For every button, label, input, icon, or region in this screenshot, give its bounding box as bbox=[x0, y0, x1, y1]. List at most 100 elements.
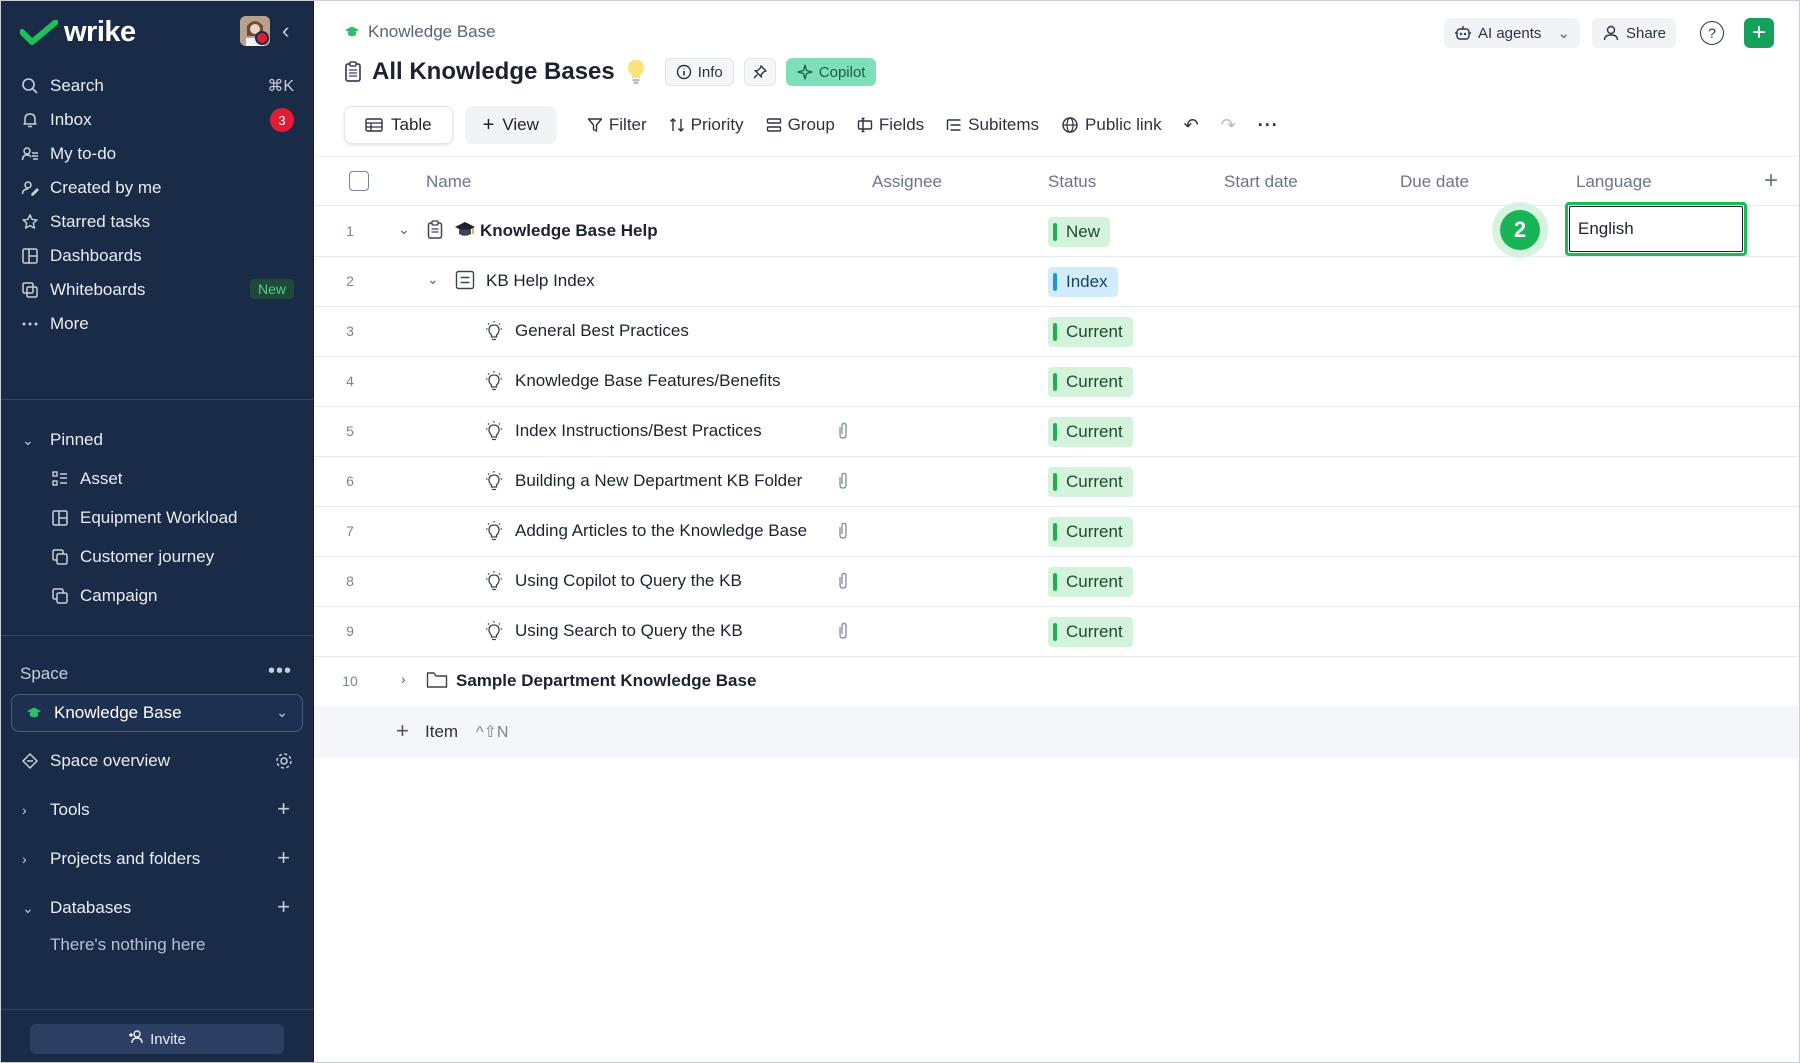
redo-icon[interactable]: ↷ bbox=[1221, 115, 1236, 136]
table-row[interactable]: 4 Knowledge Base Features/Benefits Curre… bbox=[314, 357, 1800, 407]
nav-starred-tasks[interactable]: Starred tasks bbox=[0, 204, 314, 240]
nav-search[interactable]: Search ⌘K bbox=[0, 68, 314, 104]
info-label: Info bbox=[697, 63, 723, 81]
gear-icon[interactable] bbox=[274, 751, 294, 776]
status-badge[interactable]: Index bbox=[1048, 267, 1118, 297]
pin-button[interactable] bbox=[743, 58, 776, 86]
nav-more[interactable]: More bbox=[0, 306, 314, 342]
chevron-right-icon[interactable]: › bbox=[401, 671, 406, 687]
collapse-sidebar-icon[interactable]: ‹ bbox=[282, 18, 289, 44]
pinned-item-campaign[interactable]: Campaign bbox=[0, 578, 314, 614]
fields-button[interactable]: Fields bbox=[857, 106, 924, 144]
chevron-down-icon[interactable]: ⌄ bbox=[427, 271, 439, 288]
space-selector[interactable]: Knowledge Base ⌄ bbox=[11, 694, 303, 732]
add-item-row[interactable]: + Item ^⇧N bbox=[314, 706, 1800, 758]
paperclip-icon[interactable] bbox=[836, 471, 850, 491]
plus-icon: + bbox=[396, 718, 409, 743]
add-tool-icon[interactable]: + bbox=[277, 796, 290, 822]
nav-created-by-me[interactable]: Created by me bbox=[0, 170, 314, 206]
share-button[interactable]: Share bbox=[1591, 18, 1676, 48]
column-header-status[interactable]: Status bbox=[1048, 172, 1096, 192]
table-row[interactable]: 10 › Sample Department Knowledge Base bbox=[314, 657, 1800, 707]
status-badge[interactable]: New bbox=[1048, 217, 1111, 247]
add-button[interactable]: + bbox=[1744, 18, 1774, 48]
nav-my-todo[interactable]: My to-do bbox=[0, 136, 314, 172]
row-name[interactable]: General Best Practices bbox=[515, 321, 689, 341]
nav-inbox[interactable]: Inbox 3 bbox=[0, 102, 314, 138]
lightbulb-icon[interactable] bbox=[625, 58, 647, 86]
wrike-logo[interactable]: wrike bbox=[20, 16, 136, 49]
avatar[interactable] bbox=[240, 16, 270, 46]
paperclip-icon[interactable] bbox=[836, 621, 850, 641]
copy-icon bbox=[50, 547, 70, 567]
table-row[interactable]: 8 Using Copilot to Query the KB Current bbox=[314, 557, 1800, 607]
table-row[interactable]: 2 ⌄ KB Help Index Index bbox=[314, 257, 1800, 307]
table-label: Table bbox=[391, 115, 432, 134]
table-row[interactable]: 7 Adding Articles to the Knowledge Base … bbox=[314, 507, 1800, 557]
public-link-button[interactable]: Public link bbox=[1061, 106, 1162, 144]
row-name[interactable]: Adding Articles to the Knowledge Base bbox=[515, 521, 807, 541]
table-row[interactable]: 3 General Best Practices Current bbox=[314, 307, 1800, 357]
column-header-assignee[interactable]: Assignee bbox=[872, 172, 942, 192]
status-badge[interactable]: Current bbox=[1048, 567, 1133, 597]
invite-button[interactable]: Invite bbox=[30, 1024, 284, 1054]
chevron-down-icon[interactable]: ⌄ bbox=[398, 221, 410, 238]
space-more-icon[interactable]: ••• bbox=[268, 660, 292, 683]
row-name[interactable]: Building a New Department KB Folder bbox=[515, 471, 802, 491]
status-badge[interactable]: Current bbox=[1048, 367, 1133, 397]
row-name[interactable]: KB Help Index bbox=[486, 271, 595, 291]
column-header-language[interactable]: Language bbox=[1576, 172, 1652, 192]
status-badge[interactable]: Current bbox=[1048, 467, 1133, 497]
paperclip-icon[interactable] bbox=[836, 571, 850, 591]
databases-section-toggle[interactable]: ⌄ Databases + bbox=[0, 890, 314, 926]
row-name[interactable]: Using Search to Query the KB bbox=[515, 621, 743, 641]
status-badge[interactable]: Current bbox=[1048, 517, 1133, 547]
pinned-item-asset[interactable]: Asset bbox=[0, 461, 314, 497]
column-header-name[interactable]: Name bbox=[426, 172, 471, 192]
group-button[interactable]: Group bbox=[766, 106, 835, 144]
language-cell-input[interactable]: English bbox=[1565, 202, 1747, 256]
subitems-button[interactable]: Subitems bbox=[946, 106, 1039, 144]
table-row[interactable]: 9 Using Search to Query the KB Current bbox=[314, 607, 1800, 657]
row-name[interactable]: Sample Department Knowledge Base bbox=[456, 671, 756, 691]
ai-agents-button[interactable]: AI agents ⌄ bbox=[1444, 18, 1580, 48]
add-project-icon[interactable]: + bbox=[277, 845, 290, 871]
pinned-section-toggle[interactable]: ⌄ Pinned bbox=[0, 422, 314, 458]
sort-icon bbox=[669, 118, 684, 132]
copilot-button[interactable]: Copilot bbox=[785, 58, 877, 86]
paperclip-icon[interactable] bbox=[836, 421, 850, 441]
undo-icon[interactable]: ↶ bbox=[1184, 115, 1199, 136]
tools-section-toggle[interactable]: › Tools + bbox=[0, 792, 314, 828]
row-name[interactable]: Index Instructions/Best Practices bbox=[515, 421, 762, 441]
select-all-checkbox[interactable] bbox=[349, 171, 369, 191]
info-button[interactable]: Info bbox=[664, 58, 734, 86]
row-name[interactable]: Knowledge Base Features/Benefits bbox=[515, 371, 781, 391]
column-header-start-date[interactable]: Start date bbox=[1224, 172, 1298, 192]
row-name[interactable]: Knowledge Base Help bbox=[480, 221, 658, 241]
pinned-item-equipment-workload[interactable]: Equipment Workload bbox=[0, 500, 314, 536]
tab-table[interactable]: Table bbox=[344, 106, 453, 144]
user-list-icon bbox=[20, 144, 40, 164]
chevron-down-icon[interactable]: ⌄ bbox=[1557, 24, 1570, 42]
projects-section-toggle[interactable]: › Projects and folders + bbox=[0, 841, 314, 877]
row-name[interactable]: Using Copilot to Query the KB bbox=[515, 571, 742, 591]
table-row[interactable]: 5 Index Instructions/Best Practices Curr… bbox=[314, 407, 1800, 457]
breadcrumb[interactable]: Knowledge Base bbox=[344, 22, 496, 42]
add-view-button[interactable]: + View bbox=[464, 106, 557, 144]
status-badge[interactable]: Current bbox=[1048, 317, 1133, 347]
space-overview[interactable]: Space overview bbox=[0, 743, 314, 779]
priority-button[interactable]: Priority bbox=[669, 106, 744, 144]
nav-dashboards[interactable]: Dashboards bbox=[0, 238, 314, 274]
status-badge[interactable]: Current bbox=[1048, 417, 1133, 447]
add-column-icon[interactable]: + bbox=[1764, 167, 1778, 195]
status-badge[interactable]: Current bbox=[1048, 617, 1133, 647]
column-header-due-date[interactable]: Due date bbox=[1400, 172, 1469, 192]
nav-whiteboards[interactable]: Whiteboards New bbox=[0, 272, 314, 308]
filter-button[interactable]: Filter bbox=[587, 106, 647, 144]
pinned-item-customer-journey[interactable]: Customer journey bbox=[0, 539, 314, 575]
table-row[interactable]: 6 Building a New Department KB Folder Cu… bbox=[314, 457, 1800, 507]
more-options-icon[interactable]: ··· bbox=[1258, 115, 1279, 136]
add-database-icon[interactable]: + bbox=[277, 894, 290, 920]
help-icon[interactable]: ? bbox=[1700, 21, 1724, 45]
paperclip-icon[interactable] bbox=[836, 521, 850, 541]
